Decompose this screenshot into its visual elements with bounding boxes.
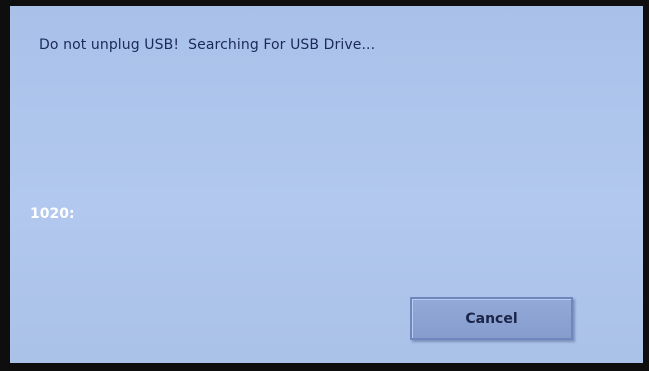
status-code-label: 1020: xyxy=(30,206,75,222)
usb-search-dialog: Do not unplug USB! Searching For USB Dri… xyxy=(10,6,643,363)
cancel-button[interactable]: Cancel xyxy=(410,297,573,340)
status-message: Do not unplug USB! Searching For USB Dri… xyxy=(39,37,376,53)
screen-bezel: Do not unplug USB! Searching For USB Dri… xyxy=(0,0,649,371)
